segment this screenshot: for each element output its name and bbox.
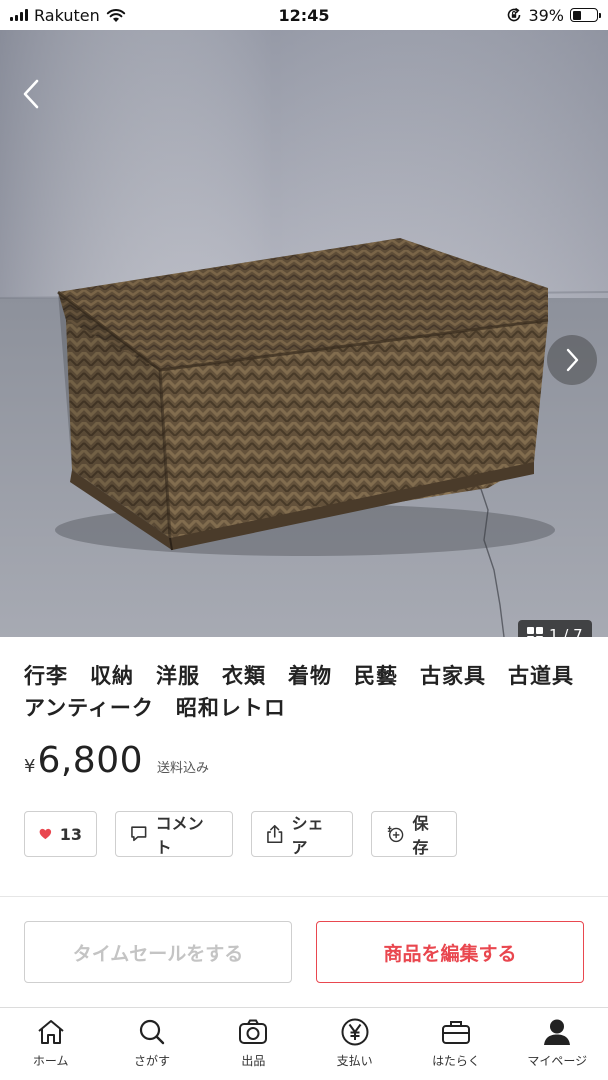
tab-home[interactable]: ホーム bbox=[0, 1008, 101, 1080]
yen-icon bbox=[341, 1018, 369, 1046]
share-button[interactable]: シェア bbox=[251, 811, 353, 857]
comment-icon bbox=[131, 826, 147, 842]
tab-search-label: さがす bbox=[133, 1054, 170, 1068]
cellular-signal-icon bbox=[10, 9, 28, 21]
shipping-note: 送料込み bbox=[157, 761, 210, 776]
person-icon bbox=[544, 1019, 571, 1045]
chevron-left-icon bbox=[23, 79, 39, 109]
save-add-icon bbox=[387, 826, 404, 843]
camera-icon bbox=[239, 1019, 268, 1044]
timesale-button[interactable]: タイムセールをする bbox=[24, 921, 292, 983]
save-button[interactable]: 保存 bbox=[371, 811, 457, 857]
share-icon bbox=[267, 824, 283, 844]
comment-button[interactable]: コメント bbox=[115, 811, 233, 857]
product-image bbox=[0, 30, 608, 637]
product-photo[interactable]: 1 / 7 bbox=[0, 30, 608, 637]
heart-icon bbox=[39, 828, 52, 840]
share-label: シェア bbox=[291, 814, 324, 857]
back-button[interactable] bbox=[14, 74, 48, 114]
next-image-button[interactable] bbox=[547, 335, 597, 385]
divider bbox=[0, 896, 608, 897]
product-price: 6,800 bbox=[37, 740, 144, 781]
tab-payment[interactable]: 支払い bbox=[304, 1008, 405, 1080]
price-row: ¥ 6,800 送料込み bbox=[24, 740, 209, 781]
battery-icon bbox=[570, 8, 601, 22]
tab-sell[interactable]: 出品 bbox=[203, 1008, 304, 1080]
tab-bar: ホーム さがす 出品 支払い はたらく マイページ bbox=[0, 1007, 608, 1080]
status-right: 39% bbox=[506, 5, 601, 25]
currency-symbol: ¥ bbox=[24, 756, 36, 777]
chevron-right-icon bbox=[566, 348, 579, 372]
tab-home-label: ホーム bbox=[32, 1054, 69, 1068]
status-left: Rakuten bbox=[10, 6, 210, 25]
home-icon bbox=[38, 1020, 64, 1044]
tab-work-label: はたらく bbox=[432, 1054, 480, 1068]
tab-mypage[interactable]: マイページ bbox=[507, 1008, 608, 1080]
carrier-name: Rakuten bbox=[34, 5, 100, 25]
like-count: 13 bbox=[59, 824, 82, 844]
tab-search[interactable]: さがす bbox=[101, 1008, 202, 1080]
tab-payment-label: 支払い bbox=[336, 1054, 373, 1068]
battery-level bbox=[572, 10, 582, 20]
edit-item-button[interactable]: 商品を編集する bbox=[316, 921, 584, 983]
tab-sell-label: 出品 bbox=[241, 1054, 266, 1068]
tab-mypage-label: マイページ bbox=[527, 1054, 588, 1068]
tab-work[interactable]: はたらく bbox=[405, 1008, 506, 1080]
product-title: 行李 収納 洋服 衣類 着物 民藝 古家具 古道具 アンティーク 昭和レトロ bbox=[24, 664, 596, 720]
status-bar: Rakuten 12:45 39% bbox=[0, 0, 608, 30]
battery-percent: 39% bbox=[528, 5, 564, 25]
save-label: 保存 bbox=[412, 814, 429, 857]
image-counter-text: 1 / 7 bbox=[549, 626, 583, 637]
comment-label: コメント bbox=[155, 814, 204, 857]
action-chips: 13 コメント シェア 保存 bbox=[24, 811, 457, 857]
image-counter[interactable]: 1 / 7 bbox=[518, 620, 592, 637]
briefcase-icon bbox=[441, 1021, 470, 1044]
grid-icon bbox=[527, 627, 543, 637]
like-button[interactable]: 13 bbox=[24, 811, 97, 857]
rotation-lock-icon bbox=[508, 7, 521, 22]
search-icon bbox=[139, 1019, 165, 1045]
wifi-icon bbox=[106, 8, 125, 22]
